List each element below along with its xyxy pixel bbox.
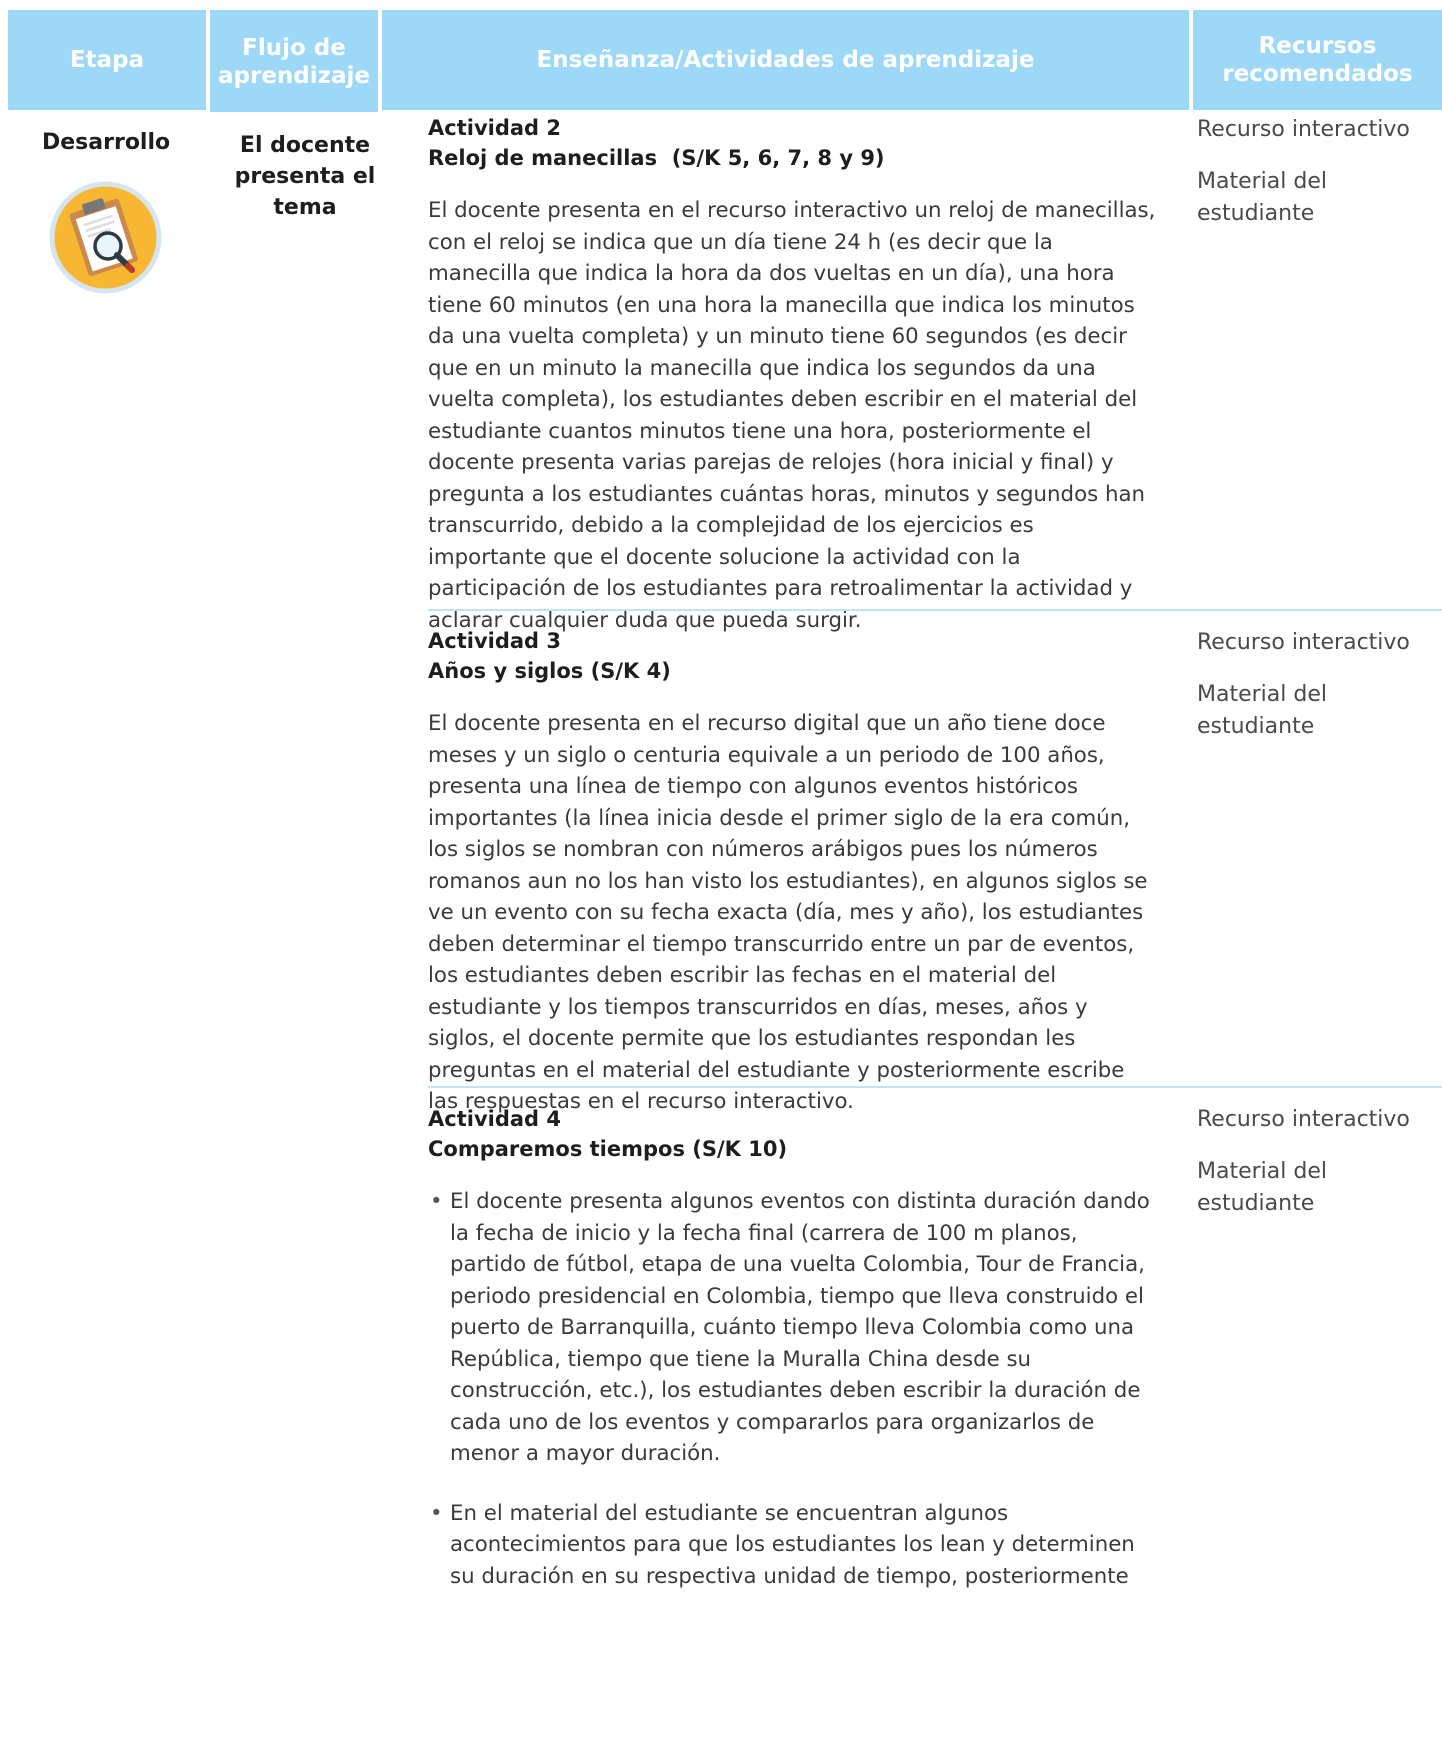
- header-etapa: Etapa: [8, 10, 206, 110]
- activity-title: Comparemos tiempos (S/K 10): [428, 1137, 788, 1161]
- etapa-label: Desarrollo: [42, 130, 171, 155]
- resources-activity-3: Recurso interactivo Material del estudia…: [1197, 627, 1437, 743]
- table-header: Etapa Flujo de aprendizaje Enseñanza/Act…: [8, 10, 1442, 112]
- activity-3: Actividad 3 Años y siglos (S/K 4) El doc…: [428, 626, 1158, 1118]
- bullet-item: En el material del estudiante se encuent…: [428, 1498, 1158, 1593]
- activity-number: Actividad 3: [428, 629, 561, 653]
- activity-number: Actividad 4: [428, 1107, 561, 1131]
- activity-title: Reloj de manecillas (S/K 5, 6, 7, 8 y 9): [428, 146, 885, 170]
- bullet-item: El docente presenta algunos eventos con …: [428, 1186, 1158, 1470]
- resource-item: Material del estudiante: [1197, 1159, 1327, 1216]
- activity-number: Actividad 2: [428, 116, 561, 140]
- activity-4: Actividad 4 Comparemos tiempos (S/K 10) …: [428, 1104, 1158, 1620]
- activity-bullets: El docente presenta algunos eventos con …: [428, 1186, 1158, 1592]
- clipboard-magnifier-icon: [48, 180, 163, 295]
- activity-body: El docente presenta en el recurso intera…: [428, 198, 1156, 633]
- resource-item: Recurso interactivo: [1197, 117, 1410, 142]
- resources-activity-4: Recurso interactivo Material del estudia…: [1197, 1104, 1437, 1220]
- activity-title: Años y siglos (S/K 4): [428, 659, 671, 683]
- activity-2: Actividad 2 Reloj de manecillas (S/K 5, …: [428, 113, 1158, 636]
- flujo-label: El docente presenta el tema: [234, 133, 376, 220]
- header-recursos: Recursos recomendados: [1193, 10, 1442, 110]
- row-divider: [428, 1086, 1442, 1088]
- header-ensenanza: Enseñanza/Actividades de aprendizaje: [382, 10, 1189, 110]
- resource-item: Material del estudiante: [1197, 169, 1327, 226]
- resource-item: Recurso interactivo: [1197, 1107, 1410, 1132]
- header-flujo: Flujo de aprendizaje: [210, 10, 378, 112]
- activity-body: El docente presenta en el recurso digita…: [428, 711, 1148, 1114]
- row-divider: [428, 609, 1442, 611]
- resource-item: Recurso interactivo: [1197, 630, 1410, 655]
- resource-item: Material del estudiante: [1197, 682, 1327, 739]
- lesson-plan-page: Etapa Flujo de aprendizaje Enseñanza/Act…: [0, 0, 1442, 1760]
- resources-activity-2: Recurso interactivo Material del estudia…: [1197, 114, 1437, 230]
